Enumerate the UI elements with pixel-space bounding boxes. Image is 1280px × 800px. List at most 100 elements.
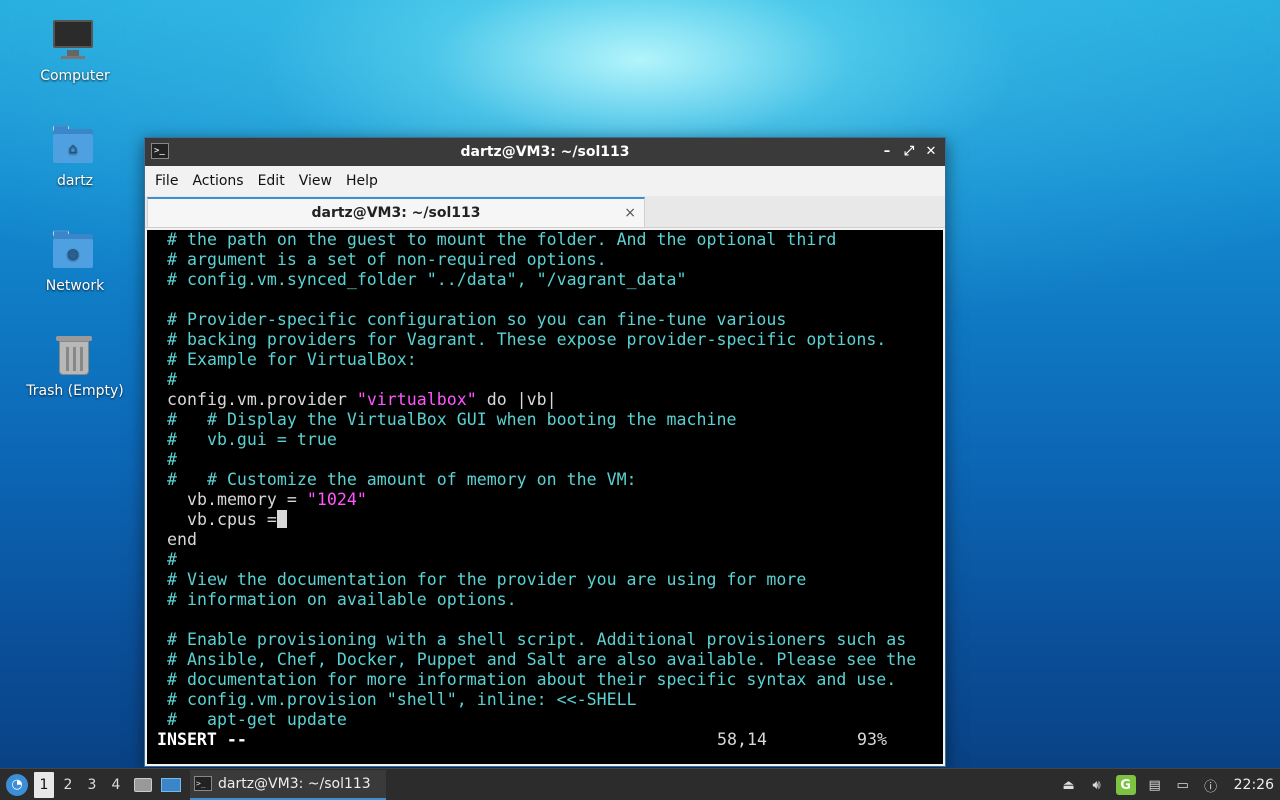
terminal-line: # documentation for more information abo… <box>167 670 943 690</box>
terminal-text: # # Display the VirtualBox GUI when boot… <box>167 410 737 429</box>
workspace-2[interactable]: 2 <box>56 772 80 798</box>
tab-label: dartz@VM3: ~/sol113 <box>311 205 481 221</box>
terminal-text: # config.vm.provision "shell", inline: <… <box>167 690 637 709</box>
terminal-text: # # Customize the amount of memory on th… <box>167 470 637 489</box>
volume-icon[interactable]: 🔊︎ <box>1088 776 1106 794</box>
minimize-button[interactable]: – <box>879 138 895 166</box>
terminal-line: # Enable provisioning with a shell scrip… <box>167 630 943 650</box>
close-button[interactable]: ✕ <box>923 138 939 166</box>
menu-file[interactable]: File <box>149 173 185 189</box>
text-cursor <box>276 510 287 528</box>
clipboard-icon[interactable]: ▤ <box>1146 776 1164 794</box>
terminal-text: # Enable provisioning with a shell scrip… <box>167 630 907 649</box>
terminal-line: # apt-get update <box>167 710 943 730</box>
window-title: dartz@VM3: ~/sol113 <box>460 144 630 160</box>
terminal-line: # Provider-specific configuration so you… <box>167 310 943 330</box>
terminal-text: # vb.gui = true <box>167 430 337 449</box>
cursor-position: 58,14 <box>717 730 767 749</box>
menu-edit[interactable]: Edit <box>251 173 292 189</box>
terminal-line: # # Display the VirtualBox GUI when boot… <box>167 410 943 430</box>
vim-mode-indicator: -- INSERT -- <box>147 730 247 749</box>
task-label: dartz@VM3: ~/sol113 <box>218 775 371 792</box>
terminal-text: # argument is a set of non-required opti… <box>167 250 607 269</box>
eject-icon[interactable]: ⏏ <box>1060 776 1078 794</box>
terminal-line: # <box>167 370 943 390</box>
workspace-4[interactable]: 4 <box>104 772 128 798</box>
terminal-line: vb.memory = "1024" <box>167 490 943 510</box>
terminal-output[interactable]: # the path on the guest to mount the fol… <box>147 230 943 764</box>
terminal-line: # vb.gui = true <box>167 430 943 450</box>
desktop-icon-trash[interactable]: Trash (Empty) <box>20 331 130 399</box>
tab-close-icon[interactable]: × <box>624 199 636 227</box>
trash-icon <box>51 331 99 379</box>
terminal-line: config.vm.provider "virtualbox" do |vb| <box>167 390 943 410</box>
menu-view[interactable]: View <box>292 173 339 189</box>
menu-bar: File Actions Edit View Help <box>145 166 945 196</box>
file-percent: 93% <box>857 730 887 749</box>
network-icon[interactable]: ▭ <box>1174 776 1192 794</box>
workspace-1[interactable]: 1 <box>34 771 54 798</box>
terminal-text: do |vb| <box>476 390 557 409</box>
notification-icon[interactable]: ⓘ <box>1202 776 1220 795</box>
desktop-icon-label: Computer <box>40 68 110 84</box>
terminal-line: # <box>167 450 943 470</box>
taskbar: ◔ 1 2 3 4 >_ dartz@VM3: ~/sol113 ⏏ 🔊︎ G … <box>0 768 1280 800</box>
terminal-line: end <box>167 530 943 550</box>
network-folder-icon: ◍ <box>51 226 99 274</box>
terminal-text: # information on available options. <box>167 590 517 609</box>
start-menu-button[interactable]: ◔ <box>2 769 32 800</box>
terminal-line: vb.cpus = <box>167 510 943 530</box>
terminal-line: # config.vm.synced_folder "../data", "/v… <box>167 270 943 290</box>
file-manager-launcher[interactable] <box>130 772 156 798</box>
desktop-icon-label: Network <box>45 278 105 294</box>
terminal-line: # argument is a set of non-required opti… <box>167 250 943 270</box>
desktop-icon-network[interactable]: ◍ Network <box>20 226 130 294</box>
menu-help[interactable]: Help <box>339 173 385 189</box>
desktop-icon-label: Trash (Empty) <box>26 383 124 399</box>
tab-terminal[interactable]: dartz@VM3: ~/sol113 × <box>147 197 645 227</box>
show-desktop-button[interactable] <box>158 772 184 798</box>
terminal-line: # # Customize the amount of memory on th… <box>167 470 943 490</box>
terminal-text: vb.memory = <box>167 490 307 509</box>
update-notifier-icon[interactable]: G <box>1115 775 1136 795</box>
computer-icon <box>51 16 99 64</box>
terminal-line: # Example for VirtualBox: <box>167 350 943 370</box>
terminal-window: >_ dartz@VM3: ~/sol113 – ⤢ ✕ File Action… <box>144 137 946 767</box>
taskbar-task-terminal[interactable]: >_ dartz@VM3: ~/sol113 <box>190 769 386 800</box>
desktop-icon-label: dartz <box>56 173 94 189</box>
terminal-line: # <box>167 550 943 570</box>
terminal-text: "1024" <box>306 490 367 509</box>
clock[interactable]: 22:26 <box>1234 777 1274 793</box>
terminal-line: # backing providers for Vagrant. These e… <box>167 330 943 350</box>
terminal-text: "virtualbox" <box>356 390 477 409</box>
terminal-line: # Ansible, Chef, Docker, Puppet and Salt… <box>167 650 943 670</box>
show-desktop-icon <box>161 777 181 792</box>
window-titlebar[interactable]: >_ dartz@VM3: ~/sol113 – ⤢ ✕ <box>145 138 945 166</box>
terminal-text: end <box>167 530 197 549</box>
terminal-text: vb.cpus = <box>167 510 277 529</box>
terminal-text: config.vm.provider <box>167 390 357 409</box>
terminal-text: # Ansible, Chef, Docker, Puppet and Salt… <box>167 650 917 669</box>
terminal-text: # documentation for more information abo… <box>167 670 897 689</box>
terminal-line: # View the documentation for the provide… <box>167 570 943 590</box>
terminal-app-icon[interactable]: >_ <box>151 143 169 159</box>
home-folder-icon: ⌂ <box>51 121 99 169</box>
terminal-text: # <box>167 550 177 569</box>
terminal-text: # backing providers for Vagrant. These e… <box>167 330 887 349</box>
terminal-line: # the path on the guest to mount the fol… <box>167 230 943 250</box>
desktop-icon-home[interactable]: ⌂ dartz <box>20 121 130 189</box>
terminal-text: # the path on the guest to mount the fol… <box>167 230 837 249</box>
vim-status-line: -- INSERT -- 58,14 93% <box>147 730 923 750</box>
terminal-text: # View the documentation for the provide… <box>167 570 807 589</box>
desktop-icon-computer[interactable]: Computer <box>20 16 130 84</box>
terminal-text: # Example for VirtualBox: <box>167 350 417 369</box>
maximize-button[interactable]: ⤢ <box>901 138 917 166</box>
workspace-3[interactable]: 3 <box>80 772 104 798</box>
terminal-text: # apt-get update <box>167 710 347 729</box>
menu-actions[interactable]: Actions <box>185 173 250 189</box>
tab-bar: dartz@VM3: ~/sol113 × <box>145 196 945 228</box>
system-tray: ⏏ 🔊︎ G ▤ ▭ ⓘ 22:26 <box>1060 769 1280 800</box>
file-manager-icon <box>134 777 152 792</box>
